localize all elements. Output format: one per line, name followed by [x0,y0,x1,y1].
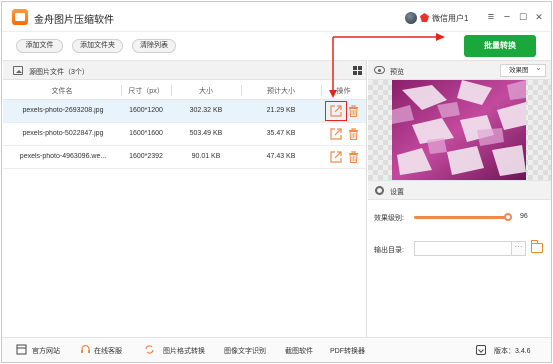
table-row[interactable]: pexels-photo-5022847.jpg 1600*1600 503.4… [3,123,366,146]
home-icon [16,344,27,355]
user-avatar[interactable] [405,12,417,24]
add-file-button[interactable]: 添加文件 [16,39,63,53]
title-bar: 金舟图片压缩软件 微信用户1 ≡ − ☐ ✕ [2,2,551,32]
folder-icon[interactable] [531,240,543,253]
slider-thumb[interactable] [504,213,513,221]
file-name: pexels-photo-4963096.we... [19,153,107,160]
file-size: 302.32 KB [189,107,223,114]
clear-list-button[interactable]: 清除列表 [132,39,176,53]
file-dimensions: 1600*2392 [129,153,163,160]
column-estimated-size: 预计大小 [267,88,295,95]
app-title: 金舟图片压缩软件 [34,15,114,26]
file-estimated-size: 21.29 KB [266,107,296,114]
delete-icon[interactable] [349,128,358,140]
file-list-title: 源图片文件（3个） [29,69,89,76]
settings-label: 设置 [390,189,404,196]
footer-screenshot-software[interactable]: 截图软件 [285,346,313,356]
open-external-icon[interactable] [330,151,342,163]
footer-online-service[interactable]: 在线客服 [94,346,122,356]
output-dir-label: 输出目录: [374,247,404,254]
effect-level-slider[interactable] [414,213,513,221]
file-name: pexels-photo-2693208.jpg [22,107,104,114]
menu-button[interactable]: ≡ [484,10,498,24]
grid-view-icon[interactable] [353,66,362,75]
vip-diamond-icon [420,13,429,22]
version-label: 版本：3.4.6 [494,348,531,355]
output-dir-input[interactable]: ··· [414,241,526,256]
footer-text-recognition[interactable]: 图像文字识别 [224,346,266,356]
add-folder-button[interactable]: 添加文件夹 [72,39,123,53]
file-size: 503.49 KB [189,130,223,137]
table-row[interactable]: pexels-photo-2693208.jpg 1600*1200 302.3… [3,100,366,123]
panel-divider [366,60,367,337]
column-size: 大小 [199,88,213,95]
format-convert-icon [145,345,154,354]
delete-icon[interactable] [349,105,358,117]
slider-fill [414,216,509,219]
preview-label: 预览 [390,69,404,76]
file-name: pexels-photo-5022847.jpg [22,130,104,137]
effect-level-value: 96 [520,213,528,220]
effect-level-label: 效果级别: [374,215,404,222]
open-external-icon[interactable] [330,128,342,140]
file-list-header: 源图片文件（3个） [3,60,366,80]
preview-image [392,80,526,180]
browse-more-button[interactable]: ··· [511,242,525,255]
headset-icon [81,344,90,353]
eye-icon [374,66,385,74]
preview-header: 预览 效果图 [368,60,551,80]
file-estimated-size: 35.47 KB [266,130,296,137]
settings-header: 设置 [368,180,551,200]
gear-icon [375,186,384,195]
preview-area [368,80,551,180]
footer: 官方网站 在线客服 图片格式转换 图像文字识别 截图软件 PDF转换器 版本：3… [2,337,551,362]
column-actions: 操作 [336,88,351,95]
user-name[interactable]: 微信用户1 [432,13,468,24]
table-header: 文件名 尺寸（px） 大小 预计大小 操作 [3,81,366,100]
footer-pdf-converter[interactable]: PDF转换器 [330,346,365,356]
batch-convert-button[interactable]: 批量转换 [464,35,536,57]
close-button[interactable]: ✕ [532,10,546,24]
table-row[interactable]: pexels-photo-4963096.we... 1600*2392 90.… [3,146,366,169]
annotation-highlight [325,101,347,121]
file-estimated-size: 47.43 KB [266,153,296,160]
footer-image-format-convert[interactable]: 图片格式转换 [163,346,205,356]
app-logo-icon [12,9,28,25]
column-dimensions: 尺寸（px） [128,88,164,95]
footer-official-site[interactable]: 官方网站 [32,346,60,356]
app-window: 金舟图片压缩软件 微信用户1 ≡ − ☐ ✕ 添加文件 添加文件夹 清除列表 批… [1,1,552,363]
update-icon[interactable] [476,345,486,355]
delete-icon[interactable] [349,151,358,163]
file-dimensions: 1600*1600 [129,130,163,137]
column-filename: 文件名 [51,88,73,95]
file-dimensions: 1600*1200 [129,107,163,114]
file-size: 90.01 KB [191,153,221,160]
preview-mode-select[interactable]: 效果图 [500,62,546,77]
maximize-button[interactable]: ☐ [516,10,530,24]
minimize-button[interactable]: − [500,10,514,24]
image-icon [13,66,23,75]
